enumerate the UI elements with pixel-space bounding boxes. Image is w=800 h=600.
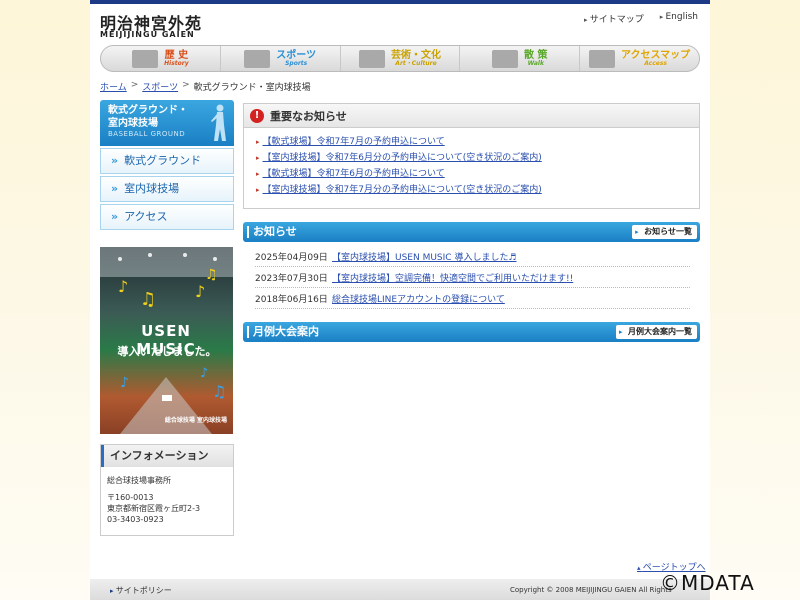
sidebar-menu: » 軟式グラウンド » 室内球技場 » アクセス [100,148,234,232]
stadium-icon [244,49,271,68]
news-header: お知らせ お知らせ一覧 [243,222,700,242]
double-chevron-icon: » [111,182,119,195]
alert-icon: ! [250,108,264,123]
important-link[interactable]: 【軟式球場】令和7年7月の予約申込について [263,137,445,147]
office-name: 総合球技場事務所 [107,476,171,485]
important-header: ! 重要なお知らせ [244,104,699,128]
news-list: 2025年04月09日 【室内球技場】USEN MUSIC 導入しました♬ 20… [255,246,690,309]
english-link[interactable]: English [660,12,699,25]
list-item: 2025年04月09日 【室内球技場】USEN MUSIC 導入しました♬ [255,246,690,267]
important-heading: 重要なお知らせ [270,109,347,123]
tournament-header: 月例大会案内 月例大会案内一覧 [243,322,700,342]
building-icon [132,49,159,68]
site-policy-link[interactable]: サイトポリシー [110,585,172,596]
breadcrumb: ホーム > スポーツ > 軟式グラウンド・室内球技場 [100,80,311,93]
nav-sports-en: Sports [285,59,308,67]
breadcrumb-sports[interactable]: スポーツ [142,80,178,93]
news-list-button[interactable]: お知らせ一覧 [632,225,697,239]
nav-art-label: 芸術・文化 Art・Culture [390,49,441,67]
nav-sports[interactable]: スポーツ Sports [221,46,341,71]
site-logo-en: MEIJIJINGU GAIEN [100,30,195,39]
banner-footer: 総合球技場 室内球技場 [164,417,227,424]
important-list: 【軟式球場】令和7年7月の予約申込について 【室内球技場】令和7年6月分の予約申… [244,128,699,198]
breadcrumb-current: 軟式グラウンド・室内球技場 [193,83,311,93]
nav-access-en: Access [644,59,667,67]
breadcrumb-separator: > [130,80,139,90]
information-body: 総合球技場事務所 〒160-0013 東京都新宿区霞ヶ丘町2-3 03-3403… [101,467,233,533]
nav-sports-label: スポーツ Sports [276,49,317,67]
nav-art-jp: 芸術・文化 [390,49,441,61]
sitemap-link[interactable]: サイトマップ [584,12,644,25]
nav-art-en: Art・Culture [395,59,437,67]
news-date: 2025年04月09日 [255,252,328,263]
nav-access[interactable]: アクセスマップ Access [580,46,699,71]
news-date: 2023年07月30日 [255,273,328,284]
phone-number: 03-3403-0923 [107,515,164,524]
top-accent-bar [90,0,710,4]
nav-walk[interactable]: 散 策 Walk [460,46,581,71]
sidebar-item-nanshiki-ground[interactable]: » 軟式グラウンド [100,148,234,174]
nav-walk-label: 散 策 Walk [524,49,548,67]
news-link[interactable]: 総合球技場LINEアカウントの登録について [332,292,505,305]
postal-code: 〒160-0013 [107,493,154,502]
nav-history[interactable]: 歴 史 History [101,46,221,71]
svg-text:♫: ♫ [205,267,218,283]
list-item: 【軟式球場】令和7年7月の予約申込について [256,134,699,150]
tournament-list-button[interactable]: 月例大会案内一覧 [616,325,697,339]
double-chevron-icon: » [111,210,119,223]
usen-music-banner[interactable]: ♪ ♫ ♪ ♫ ♪ ♫ ♪ USEN MUSIC 導入いたしました。 総合球技場… [100,247,233,434]
baseball-player-icon [211,104,226,141]
sidebar-item-access[interactable]: » アクセス [100,204,234,230]
news-link[interactable]: 【室内球技場】空調完備！快適空間でご利用いただけます!! [332,271,573,284]
important-link[interactable]: 【軟式球場】令和7年6月の予約申込について [263,169,445,179]
breadcrumb-home[interactable]: ホーム [100,80,127,93]
sidebar-item-label: 室内球技場 [124,182,180,195]
svg-text:♪: ♪ [120,375,129,391]
important-link[interactable]: 【室内球技場】令和7年7月分の予約申込について(空き状況のご案内) [263,185,542,195]
ginkgo-icon [492,49,519,68]
bus-icon [588,49,615,68]
nav-walk-en: Walk [527,59,544,67]
sidebar-header: 軟式グラウンド・ 室内球技場 BASEBALL GROUND [100,100,234,146]
nav-access-label: アクセスマップ Access [620,49,691,67]
news-link[interactable]: 【室内球技場】USEN MUSIC 導入しました♬ [332,250,517,263]
svg-text:♪: ♪ [195,282,205,301]
information-box: インフォメーション 総合球技場事務所 〒160-0013 東京都新宿区霞ヶ丘町2… [100,444,234,536]
information-heading: インフォメーション [101,445,233,467]
nav-history-en: History [164,59,189,67]
global-nav: 歴 史 History スポーツ Sports 芸術・文化 Art・Cultur… [100,45,700,72]
sidebar-item-label: 軟式グラウンド [124,154,202,167]
list-item: 【軟式球場】令和7年6月の予約申込について [256,166,699,182]
breadcrumb-separator: > [182,80,190,90]
sidebar-item-label: アクセス [124,210,168,223]
list-item: 【室内球技場】令和7年6月分の予約申込について(空き状況のご案内) [256,150,699,166]
nav-sports-jp: スポーツ [276,49,317,61]
address: 東京都新宿区霞ヶ丘町2-3 [107,504,201,513]
sidebar-item-indoor-court[interactable]: » 室内球技場 [100,176,234,202]
svg-text:♪: ♪ [118,277,128,296]
watermark: ©MDATA [660,571,755,595]
nav-access-jp: アクセスマップ [620,49,691,61]
art-icon [358,49,385,68]
svg-text:♪: ♪ [200,366,208,381]
nav-art-culture[interactable]: 芸術・文化 Art・Culture [341,46,461,71]
list-item: 2023年07月30日 【室内球技場】空調完備！快適空間でご利用いただけます!! [255,267,690,288]
nav-history-label: 歴 史 History [164,49,189,67]
nav-walk-jp: 散 策 [524,49,548,61]
tournament-heading: 月例大会案内 [253,325,319,338]
double-chevron-icon: » [111,154,119,167]
news-date: 2018年06月16日 [255,294,328,305]
top-links: サイトマップ English [584,12,698,25]
svg-text:♫: ♫ [212,382,226,401]
svg-text:♫: ♫ [140,289,156,310]
copyright: Copyright © 2008 MEIJIJINGU GAIEN All Ri… [510,586,672,594]
list-item: 【室内球技場】令和7年7月分の予約申込について(空き状況のご案内) [256,182,699,198]
important-notices: ! 重要なお知らせ 【軟式球場】令和7年7月の予約申込について 【室内球技場】令… [243,103,700,209]
nav-history-jp: 歴 史 [164,49,189,61]
news-heading: お知らせ [253,225,297,238]
important-link[interactable]: 【室内球技場】令和7年6月分の予約申込について(空き状況のご案内) [263,153,542,163]
list-item: 2018年06月16日 総合球技場LINEアカウントの登録について [255,288,690,309]
banner-subtitle: 導入いたしました。 [117,345,217,358]
